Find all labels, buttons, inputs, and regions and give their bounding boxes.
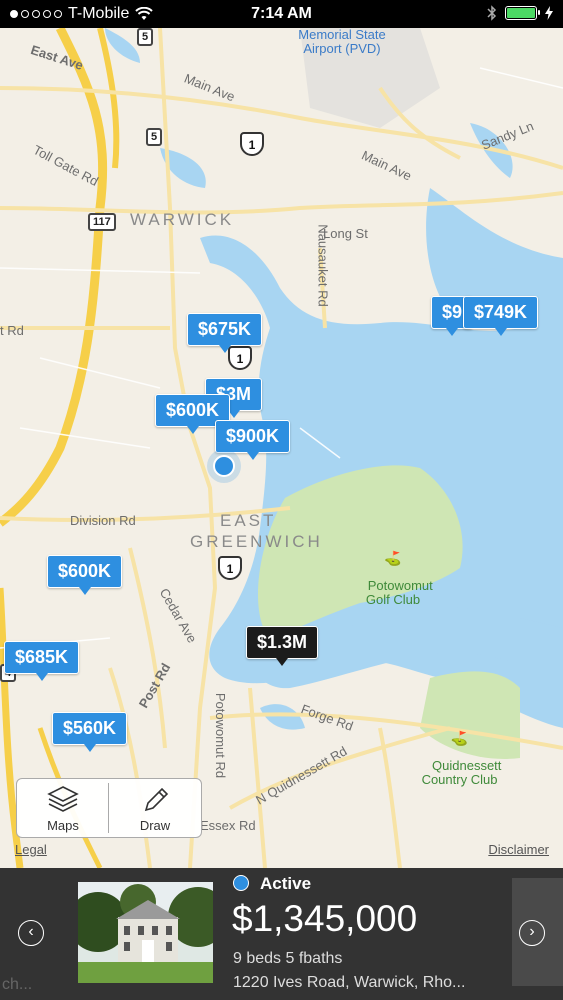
draw-button-label: Draw xyxy=(139,818,171,833)
chevron-left-icon: ‹ xyxy=(28,923,34,940)
road-label-division: Division Rd xyxy=(70,513,136,528)
map-controls: Maps Draw xyxy=(16,778,202,838)
road-label-potowomut: Potowomut Rd xyxy=(213,692,229,779)
price-pin[interactable]: $900K xyxy=(215,420,291,460)
road-label-nausauket: Nausauket Rd xyxy=(315,224,331,307)
legal-link[interactable]: Legal xyxy=(15,842,47,857)
golf-club-label: ⛳ Potowomut Golf Club xyxy=(348,523,438,621)
route-shield-us1-c: 1 xyxy=(218,556,242,580)
house-photo xyxy=(78,882,213,983)
route-shield-ri5-top: 5 xyxy=(137,28,154,46)
route-shield-ri117: 117 xyxy=(88,213,116,231)
bluetooth-icon xyxy=(487,5,497,21)
charging-bolt-icon xyxy=(545,6,553,20)
current-location-dot xyxy=(213,455,235,477)
clock: 7:14 AM xyxy=(251,5,312,22)
status-indicator xyxy=(233,875,249,891)
disclaimer-link[interactable]: Disclaimer xyxy=(488,842,549,857)
route-shield-us1-b: 1 xyxy=(228,346,252,370)
airport-label: Memorial State Airport (PVD) xyxy=(298,28,386,56)
chevron-right-icon: › xyxy=(529,923,535,940)
battery-icon xyxy=(505,6,540,20)
route-shield-ri5: 5 xyxy=(146,128,163,146)
next-listing-button[interactable]: › xyxy=(519,920,545,946)
price-pin[interactable]: $685K xyxy=(4,641,80,681)
maps-button-label: Maps xyxy=(47,818,79,833)
layers-icon xyxy=(47,786,79,812)
country-club-label: ⛳ Quidnessett Country Club xyxy=(412,703,507,801)
listing-photo[interactable] xyxy=(78,882,213,983)
price-pin[interactable]: $675K xyxy=(187,313,263,353)
town-label-greenwich: GREENWICH xyxy=(190,532,323,551)
previous-listing-peek: ch... xyxy=(2,976,33,993)
road-label-essex: Essex Rd xyxy=(200,818,256,833)
listing-price: $1,345,000 xyxy=(232,898,418,939)
listing-beds-baths: 9 beds 5 fbaths xyxy=(233,950,343,967)
price-pin[interactable]: $600K xyxy=(47,555,123,595)
listing-card[interactable]: ‹ Active $1,345,000 9 beds 5 fbaths 1220… xyxy=(0,868,563,1000)
listing-status: Active xyxy=(260,874,312,893)
status-bar: T-Mobile 7:14 AM xyxy=(0,0,563,28)
map-view[interactable]: Memorial State Airport (PVD) WARWICK EAS… xyxy=(0,28,563,868)
price-pin[interactable]: $560K xyxy=(52,712,128,752)
maps-button[interactable]: Maps xyxy=(17,779,109,837)
town-label-warwick: WARWICK xyxy=(130,210,235,229)
town-label-east: EAST xyxy=(220,511,277,530)
price-pin-selected[interactable]: $1.3M xyxy=(246,626,319,666)
draw-button[interactable]: Draw xyxy=(109,779,201,837)
golf-icon: ⛳ xyxy=(450,730,469,746)
road-label-kt-rd: t Rd xyxy=(0,323,24,338)
route-shield-us1-a: 1 xyxy=(240,132,264,156)
golf-icon: ⛳ xyxy=(384,550,402,566)
price-pin[interactable]: $749K xyxy=(463,296,539,336)
pencil-icon xyxy=(144,787,169,812)
previous-listing-button[interactable]: ‹ xyxy=(18,920,44,946)
listing-address: 1220 Ives Road, Warwick, Rho... xyxy=(233,974,466,991)
